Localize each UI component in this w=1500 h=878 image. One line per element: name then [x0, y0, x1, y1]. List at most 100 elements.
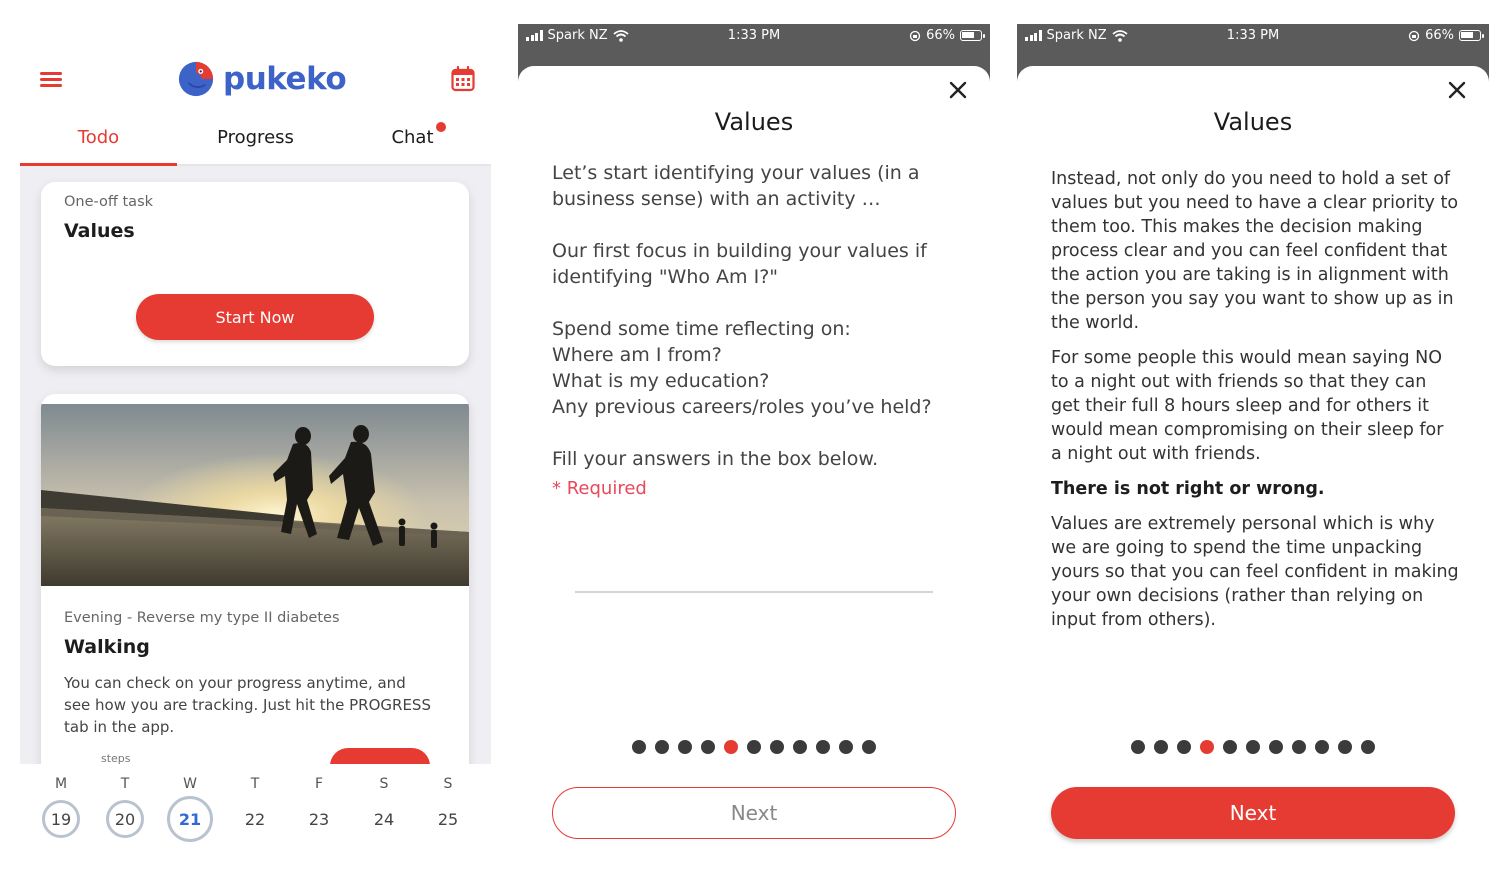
next-button[interactable]: Next — [552, 787, 956, 839]
page-dot — [816, 740, 830, 754]
calendar-icon[interactable] — [451, 66, 475, 92]
page-dot — [655, 740, 669, 754]
page-dot — [1154, 740, 1168, 754]
battery-percent: 66% — [1425, 28, 1454, 43]
next-button[interactable]: Next — [1051, 787, 1455, 839]
battery-icon — [1459, 30, 1484, 41]
battery-icon — [960, 30, 985, 41]
page-dot — [770, 740, 784, 754]
focus-paragraph: Our first focus in building your values … — [552, 240, 927, 288]
reflection-paragraph: Spend some time reflecting on: Where am … — [552, 318, 932, 418]
day-date[interactable]: 20 — [106, 800, 144, 838]
values-modal: Values Instead, not only do you need to … — [1017, 66, 1489, 878]
day-letter: M — [54, 776, 68, 792]
day-tue[interactable]: T 20 — [93, 764, 157, 838]
day-letter: S — [379, 776, 389, 792]
page-dot — [1246, 740, 1260, 754]
next-label: Next — [1229, 801, 1277, 825]
page-dot — [1131, 740, 1145, 754]
status-right: 66% — [909, 28, 985, 43]
page-dot — [1223, 740, 1237, 754]
instruction-paragraph: Fill your answers in the box below. — [552, 448, 879, 470]
day-letter: S — [443, 776, 453, 792]
runners-photo — [41, 404, 469, 586]
tab-bar: Todo Progress Chat — [20, 118, 491, 166]
no-right-wrong-text: There is not right or wrong. — [1051, 479, 1325, 499]
day-date[interactable]: 22 — [236, 800, 274, 838]
tab-chat[interactable]: Chat — [334, 118, 491, 164]
activity-subtitle: Evening - Reverse my type II diabetes — [64, 610, 340, 626]
start-now-label: Start Now — [215, 307, 295, 327]
day-wed[interactable]: W 21 — [158, 764, 222, 842]
modal-body: Instead, not only do you need to hold a … — [1051, 167, 1459, 643]
app-name: pukeko — [223, 61, 347, 97]
page-dot — [862, 740, 876, 754]
required-label: * Required — [552, 478, 647, 499]
tab-progress[interactable]: Progress — [177, 118, 334, 164]
menu-icon[interactable] — [40, 70, 62, 88]
page-dot — [1315, 740, 1329, 754]
example-paragraph: For some people this would mean saying N… — [1051, 348, 1444, 464]
page-indicator — [518, 740, 990, 754]
activity-title: Walking — [64, 636, 150, 658]
day-letter: F — [314, 776, 324, 792]
close-icon[interactable] — [1447, 80, 1467, 100]
todo-screen: pukeko Todo Progress Chat One-off task V… — [20, 0, 491, 878]
battery-percent: 66% — [926, 28, 955, 43]
page-dot — [701, 740, 715, 754]
day-date[interactable]: 24 — [365, 800, 403, 838]
modal-body: Let’s start identifying your values (in … — [552, 160, 960, 499]
activity-description: You can check on your progress anytime, … — [64, 674, 431, 736]
values-intro-screen: Spark NZ 1:33 PM 66% Values Let’s start … — [518, 0, 990, 878]
day-date[interactable]: 19 — [42, 800, 80, 838]
intro-paragraph: Let’s start identifying your values (in … — [552, 162, 920, 210]
steps-label: steps — [101, 752, 131, 764]
page-dot — [1177, 740, 1191, 754]
page-dot — [1361, 740, 1375, 754]
task-title: Values — [64, 220, 135, 242]
activity-card-walking: Evening - Reverse my type II diabetes Wa… — [41, 394, 469, 764]
day-sun[interactable]: S 25 — [416, 764, 480, 838]
page-indicator — [1017, 740, 1489, 754]
page-dot-active — [1200, 740, 1214, 754]
page-dot — [678, 740, 692, 754]
values-detail-screen: Spark NZ 1:33 PM 66% Values Instead, not… — [1017, 0, 1489, 878]
orientation-lock-icon — [1408, 30, 1420, 41]
week-strip: M 19 T 20 W 21 T 22 F 23 S 24 S 25 — [20, 764, 491, 878]
day-date[interactable]: 25 — [429, 800, 467, 838]
modal-title: Values — [1213, 108, 1293, 136]
page-dot-active — [724, 740, 738, 754]
values-modal: Values Let’s start identifying your valu… — [518, 66, 990, 878]
close-icon[interactable] — [948, 80, 968, 100]
activity-action-button[interactable] — [330, 748, 430, 764]
day-date[interactable]: 23 — [300, 800, 338, 838]
page-dot — [1269, 740, 1283, 754]
status-bar: Spark NZ 1:33 PM 66% — [518, 24, 990, 52]
task-feed[interactable]: One-off task Values Start Now Evening - … — [20, 166, 491, 764]
tab-todo-label: Todo — [77, 127, 120, 148]
day-thu[interactable]: T 22 — [223, 764, 287, 838]
day-letter: T — [120, 776, 130, 792]
next-label: Next — [730, 801, 778, 825]
pukeko-bird-icon — [178, 61, 214, 97]
notification-dot — [436, 122, 446, 132]
start-now-button[interactable]: Start Now — [136, 294, 374, 340]
priority-paragraph: Instead, not only do you need to hold a … — [1051, 169, 1459, 333]
page-dot — [793, 740, 807, 754]
tab-todo[interactable]: Todo — [20, 118, 177, 166]
modal-title: Values — [714, 108, 794, 136]
status-right: 66% — [1408, 28, 1484, 43]
answer-input[interactable] — [575, 591, 933, 593]
day-sat[interactable]: S 24 — [352, 764, 416, 838]
tab-chat-label: Chat — [391, 127, 434, 148]
task-card-values: One-off task Values Start Now — [41, 182, 469, 366]
day-letter: T — [250, 776, 260, 792]
day-mon[interactable]: M 19 — [29, 764, 93, 838]
app-header: pukeko — [20, 0, 491, 120]
page-dot — [839, 740, 853, 754]
page-dot — [747, 740, 761, 754]
orientation-lock-icon — [909, 30, 921, 41]
day-date-today[interactable]: 21 — [167, 796, 213, 842]
day-fri[interactable]: F 23 — [287, 764, 351, 838]
page-dot — [1338, 740, 1352, 754]
